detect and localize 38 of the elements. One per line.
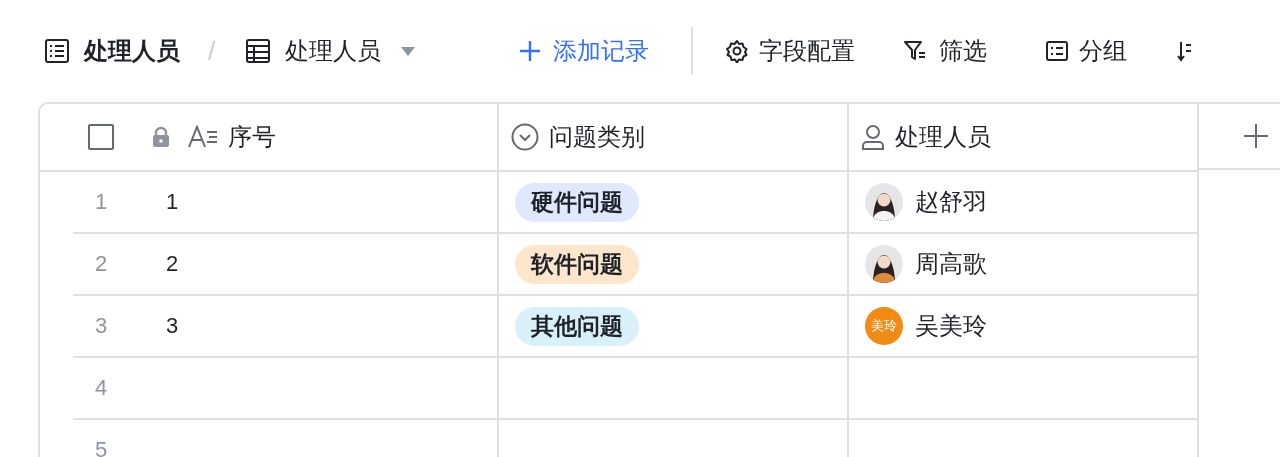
row-number: 2 [93, 251, 109, 277]
column-header[interactable]: 处理人员 [895, 121, 991, 153]
plus-icon [519, 40, 542, 62]
group-icon [1045, 39, 1070, 63]
toolbar-button[interactable]: 分组 [1045, 35, 1128, 67]
person-name: 周高歌 [915, 249, 987, 279]
table-cell: 1 [166, 189, 179, 215]
add-record-button[interactable]: 添加记录 [519, 35, 650, 67]
list-icon [44, 38, 70, 64]
column-header[interactable]: 问题类别 [549, 121, 645, 153]
text-field-icon [188, 125, 218, 149]
table-icon [245, 38, 272, 64]
toolbar-button[interactable]: 字段配置 [725, 35, 856, 67]
avatar: 美玲 [865, 307, 903, 345]
row-number: 5 [93, 437, 109, 457]
category-tag: 软件问题 [515, 244, 639, 284]
breadcrumb-item[interactable]: 处理人员 [285, 35, 382, 67]
checkbox[interactable] [88, 124, 114, 150]
caret-icon[interactable] [401, 46, 416, 56]
plus-icon [1243, 123, 1269, 149]
breadcrumb-item[interactable]: 处理人员 [84, 35, 180, 67]
person-name: 吴美玲 [915, 311, 987, 341]
category-tag: 硬件问题 [515, 182, 639, 222]
table-cell: 2 [166, 251, 179, 277]
column-header[interactable]: 序号 [228, 121, 276, 153]
dropdown-circle-icon [511, 123, 539, 151]
person-name: 赵舒羽 [915, 187, 987, 217]
breadcrumb-separator: / [208, 35, 216, 67]
toolbar-button[interactable]: 筛选 [903, 35, 988, 67]
sort-button[interactable] [1177, 39, 1192, 63]
person-icon [861, 124, 885, 150]
settings-icon [725, 39, 750, 63]
row-number: 1 [93, 189, 109, 215]
category-tag: 其他问题 [515, 306, 639, 346]
row-number: 3 [93, 313, 109, 339]
row-number: 4 [93, 375, 109, 401]
sort-icon [1177, 39, 1192, 63]
table-cell: 3 [166, 313, 179, 339]
